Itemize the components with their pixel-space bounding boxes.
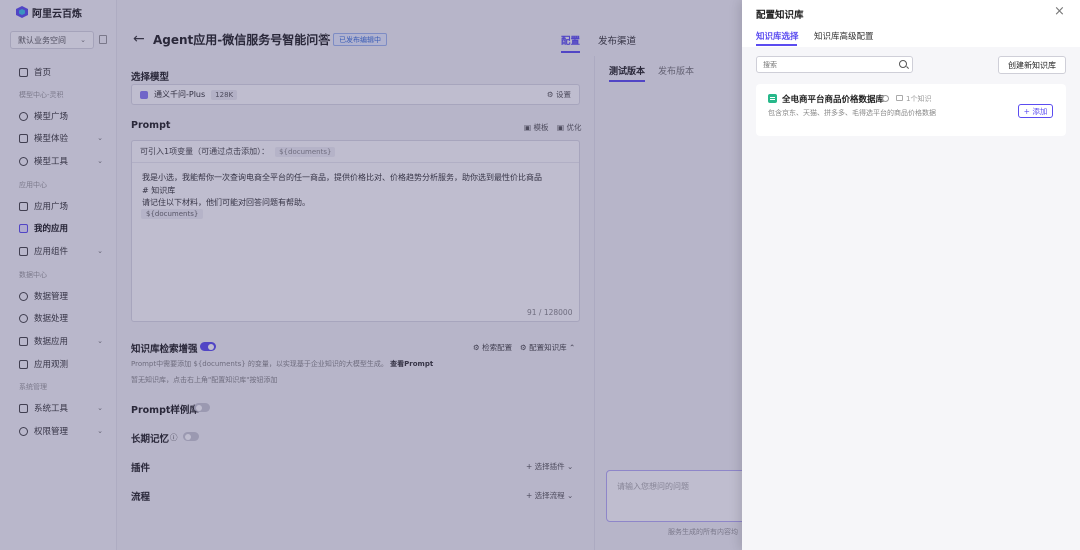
add-kb-button[interactable]: + 添加 bbox=[1018, 104, 1053, 118]
search-icon[interactable] bbox=[899, 60, 907, 68]
folder-icon bbox=[896, 95, 903, 101]
kb-name: 全电商平台商品价格数据库 bbox=[782, 95, 885, 105]
kb-search-input[interactable] bbox=[756, 56, 913, 73]
database-icon bbox=[768, 94, 777, 103]
close-icon[interactable]: × bbox=[1054, 4, 1065, 19]
kb-config-drawer: 配置知识库 × 知识库选择 知识库高级配置 创建新知识库 全电商平台商品价格数据… bbox=[742, 0, 1080, 550]
kb-count: 1个知识 bbox=[906, 95, 932, 103]
info-icon[interactable] bbox=[882, 95, 889, 102]
tab-kb-selection[interactable]: 知识库选择 bbox=[756, 30, 799, 42]
create-kb-button[interactable]: 创建新知识库 bbox=[998, 56, 1066, 74]
drawer-tab-underline bbox=[756, 44, 797, 46]
drawer-title: 配置知识库 bbox=[756, 10, 804, 21]
kb-description: 包含京东、天猫、拼多多、毛得选平台的商品价格数据 bbox=[768, 109, 936, 117]
modal-backdrop[interactable] bbox=[0, 0, 742, 550]
app-root: 阿里云百炼 默认业务空间 ⌄ 首页 模型中心-灵积 模型广场 模型体验 ⌄ 模型… bbox=[0, 0, 1080, 550]
kb-list-item: 全电商平台商品价格数据库 1个知识 包含京东、天猫、拼多多、毛得选平台的商品价格… bbox=[756, 84, 1066, 136]
tab-kb-advanced[interactable]: 知识库高级配置 bbox=[814, 30, 874, 42]
